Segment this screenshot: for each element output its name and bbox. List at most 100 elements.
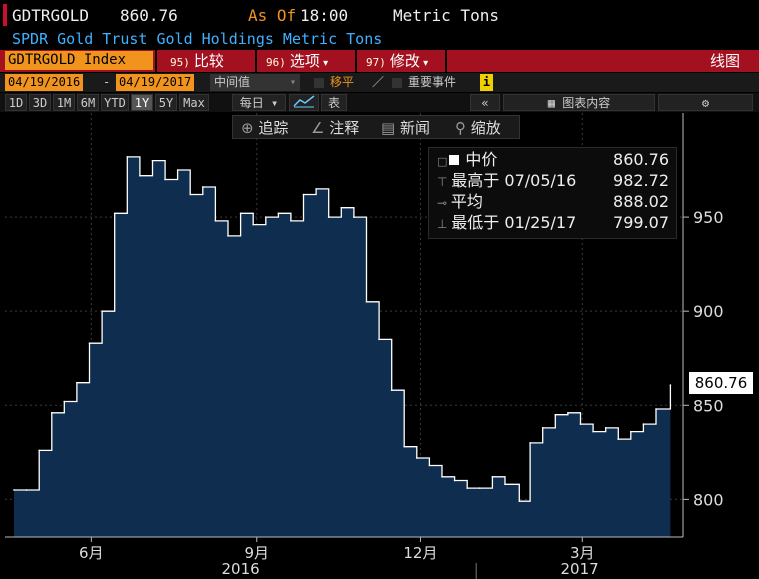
legend-row-high: ⊤ 最高于 07/05/16 982.72: [437, 171, 669, 191]
frequency-select[interactable]: 每日 ▾: [232, 94, 286, 111]
last-value-label: 860.76: [689, 372, 753, 394]
period-tab[interactable]: 1D: [5, 94, 27, 111]
news-icon: ▤: [381, 119, 400, 137]
toolbar-separator: [355, 50, 357, 72]
pencil-icon[interactable]: ／: [372, 74, 384, 91]
move-checkbox[interactable]: [314, 78, 324, 88]
data-point: [592, 430, 594, 433]
date-dash: -: [103, 75, 111, 89]
edit-button[interactable]: 97) 修改 ▾: [366, 50, 428, 72]
info-icon[interactable]: i: [480, 74, 493, 91]
crosshair-icon: ⊕: [241, 119, 259, 137]
chart-legend[interactable]: □ 中价 860.76 ⊤ 最高于 07/05/16 982.72 ⊸ 平均 88…: [428, 147, 677, 239]
year-label: 2016: [221, 560, 259, 578]
collapse-icon[interactable]: «: [470, 94, 500, 111]
annotate-button[interactable]: ∠ 注释: [311, 118, 359, 138]
data-point: [491, 475, 494, 478]
track-label: 追踪: [258, 119, 289, 137]
compare-number: 95): [170, 56, 190, 69]
chart-content-button[interactable]: ▦ 图表内容: [503, 94, 655, 111]
data-point: [655, 408, 657, 410]
legend-row-mid: □ 中价 860.76: [437, 150, 669, 169]
legend-low-label: 最低于: [451, 213, 500, 232]
data-point: [139, 174, 141, 177]
end-date-field[interactable]: 04/19/2017: [116, 74, 195, 91]
options-button[interactable]: 96) 选项 ▾: [266, 50, 328, 72]
compare-button[interactable]: 95) 比较: [170, 50, 224, 72]
compare-label: 比较: [193, 52, 224, 70]
zoom-button[interactable]: ⚲ 缩放: [455, 118, 501, 138]
high-marker-icon: ⊤: [437, 175, 452, 189]
header-marker: [3, 4, 7, 26]
track-button[interactable]: ⊕ 追踪: [241, 118, 288, 138]
annotate-icon: ∠: [311, 119, 330, 137]
move-label: 移平: [330, 75, 355, 89]
toolbar-separator: [255, 50, 257, 72]
period-tab[interactable]: Max: [179, 94, 209, 111]
events-checkbox[interactable]: [392, 78, 402, 88]
data-point: [151, 159, 154, 162]
period-tab[interactable]: 5Y: [155, 94, 177, 111]
data-point: [518, 500, 521, 503]
legend-row-low: ⊥ 最低于 01/25/17 799.07: [437, 213, 669, 233]
data-point: [529, 442, 531, 444]
data-point: [50, 412, 53, 414]
low-marker-icon: ⊥: [437, 217, 452, 231]
data-point: [101, 310, 103, 312]
avg-marker-icon: ⊸: [437, 196, 451, 210]
period-tab[interactable]: 6M: [77, 94, 99, 111]
events-label: 重要事件: [408, 75, 457, 89]
y-tick-label: 900: [693, 302, 724, 321]
start-date-field[interactable]: 04/19/2016: [5, 74, 84, 91]
data-point: [630, 430, 632, 433]
data-point: [478, 487, 481, 489]
data-point: [327, 216, 330, 218]
data-point: [76, 381, 78, 384]
legend-avg-label: 平均: [450, 192, 483, 211]
data-point: [315, 188, 317, 190]
legend-avg-value: 888.02: [613, 192, 669, 211]
data-point: [214, 220, 217, 222]
data-point: [264, 216, 267, 218]
table-button[interactable]: 表: [321, 94, 347, 111]
ticker-label: GDTRGOLD: [12, 6, 90, 25]
frequency-value: 每日: [239, 96, 264, 110]
data-point: [277, 212, 280, 215]
news-button[interactable]: ▤ 新闻: [381, 118, 430, 138]
data-point: [88, 342, 91, 344]
date-range-bar: 04/19/2016 - 04/19/2017 中间值 ▾ 移平 ／ 重要事件 i: [0, 73, 759, 92]
security-description: SPDR Gold Trust Gold Holdings Metric Ton…: [12, 30, 383, 48]
legend-low-value: 799.07: [613, 213, 669, 232]
data-point: [38, 449, 40, 452]
year-label: 2017: [560, 560, 598, 578]
edit-label: 修改: [389, 52, 420, 70]
price-type-value: 中间值: [214, 75, 251, 89]
data-point: [642, 423, 645, 425]
security-input[interactable]: GDTRGOLD Index: [5, 51, 153, 70]
legend-high-date: 07/05/16: [504, 171, 577, 190]
description-bar: SPDR Gold Trust Gold Holdings Metric Ton…: [0, 30, 759, 50]
data-point: [176, 169, 179, 171]
settings-gear-icon[interactable]: ⚙: [658, 94, 753, 111]
legend-low-date: 01/25/17: [504, 213, 577, 232]
data-point: [290, 220, 292, 222]
zoom-icon: ⚲: [455, 119, 471, 137]
data-point: [63, 400, 66, 403]
period-tab[interactable]: 3D: [29, 94, 51, 111]
y-tick-label: 850: [693, 396, 724, 415]
price-type-select[interactable]: 中间值 ▾: [210, 74, 300, 91]
period-tab[interactable]: 1Y: [131, 94, 153, 111]
data-point: [541, 427, 544, 429]
data-point: [252, 223, 254, 226]
data-point: [390, 389, 393, 392]
period-tab[interactable]: 1M: [53, 94, 75, 111]
data-point: [567, 412, 569, 414]
data-point: [353, 216, 355, 218]
data-point: [239, 212, 242, 215]
line-chart-button[interactable]: 线图: [710, 50, 740, 72]
as-of-label: As Of: [248, 6, 297, 25]
data-point: [453, 479, 456, 482]
line-chart-icon[interactable]: [289, 94, 319, 111]
data-point: [441, 475, 443, 478]
period-tab[interactable]: YTD: [101, 94, 129, 111]
